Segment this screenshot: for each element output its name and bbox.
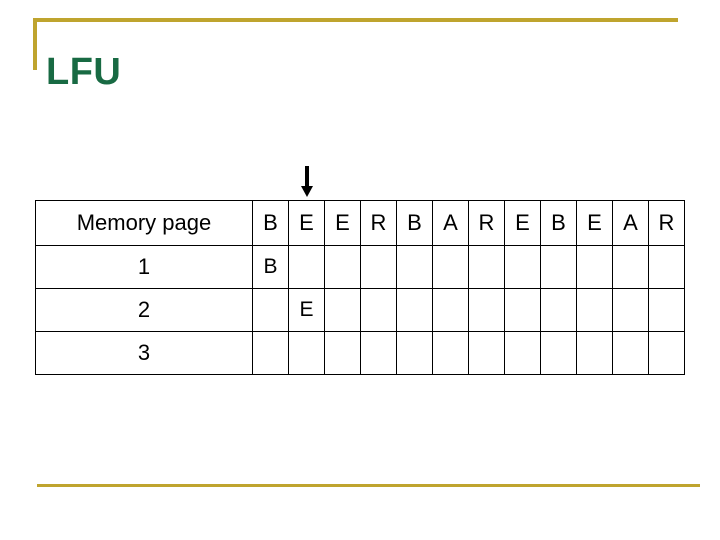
reference-cell-0: B — [252, 200, 289, 246]
frame-cell-2-3[interactable] — [360, 288, 397, 332]
frame-cell-3-9[interactable] — [576, 331, 613, 375]
frame-cell-1-10[interactable] — [612, 245, 649, 289]
table-row: 2 E — [35, 288, 685, 332]
frame-cell-3-10[interactable] — [612, 331, 649, 375]
frame-cell-1-0[interactable]: B — [252, 245, 289, 289]
frame-cell-1-3[interactable] — [360, 245, 397, 289]
table-row: 1 B — [35, 245, 685, 289]
reference-cell-7: E — [504, 200, 541, 246]
table-header-row: Memory page B E E R B A R E B E A R — [35, 200, 685, 246]
frame-cell-3-1[interactable] — [288, 331, 325, 375]
arrow-head — [301, 186, 313, 197]
frame-cell-2-7[interactable] — [504, 288, 541, 332]
frame-cell-1-6[interactable] — [468, 245, 505, 289]
reference-cell-9: E — [576, 200, 613, 246]
frame-cell-2-1[interactable]: E — [288, 288, 325, 332]
frame-cell-1-11[interactable] — [648, 245, 685, 289]
reference-cell-8: B — [540, 200, 577, 246]
frame-cell-3-3[interactable] — [360, 331, 397, 375]
frame-cell-2-8[interactable] — [540, 288, 577, 332]
row-label-2: 2 — [35, 288, 253, 332]
frame-cell-3-6[interactable] — [468, 331, 505, 375]
down-arrow-icon — [299, 166, 315, 198]
frame-cell-1-1[interactable] — [288, 245, 325, 289]
frame-cell-3-4[interactable] — [396, 331, 433, 375]
row-label-1: 1 — [35, 245, 253, 289]
frame-cell-2-5[interactable] — [432, 288, 469, 332]
frame-cell-2-2[interactable] — [324, 288, 361, 332]
frame-cell-3-8[interactable] — [540, 331, 577, 375]
reference-cell-5: A — [432, 200, 469, 246]
frame-cell-2-9[interactable] — [576, 288, 613, 332]
memory-page-table: Memory page B E E R B A R E B E A R 1 B — [35, 200, 685, 375]
frame-cell-3-0[interactable] — [252, 331, 289, 375]
frame-cell-2-6[interactable] — [468, 288, 505, 332]
frame-cell-1-4[interactable] — [396, 245, 433, 289]
frame-cell-3-11[interactable] — [648, 331, 685, 375]
table-row: 3 — [35, 331, 685, 375]
frame-cell-2-0[interactable] — [252, 288, 289, 332]
reference-cell-6: R — [468, 200, 505, 246]
title-rule-horizontal — [33, 18, 678, 22]
row-label-3: 3 — [35, 331, 253, 375]
reference-cell-2: E — [324, 200, 361, 246]
reference-cell-10: A — [612, 200, 649, 246]
frame-cell-1-9[interactable] — [576, 245, 613, 289]
frame-cell-2-4[interactable] — [396, 288, 433, 332]
arrow-shaft — [305, 166, 309, 188]
frame-cell-1-5[interactable] — [432, 245, 469, 289]
footer-rule — [37, 484, 700, 487]
frame-cell-3-7[interactable] — [504, 331, 541, 375]
frame-cell-3-5[interactable] — [432, 331, 469, 375]
frame-cell-2-11[interactable] — [648, 288, 685, 332]
reference-cell-1: E — [288, 200, 325, 246]
frame-cell-2-10[interactable] — [612, 288, 649, 332]
page-title: LFU — [46, 51, 122, 94]
reference-cell-4: B — [396, 200, 433, 246]
title-rule-vertical — [33, 18, 37, 70]
reference-cell-11: R — [648, 200, 685, 246]
frame-cell-1-8[interactable] — [540, 245, 577, 289]
memory-page-header: Memory page — [35, 200, 253, 246]
frame-cell-1-2[interactable] — [324, 245, 361, 289]
frame-cell-3-2[interactable] — [324, 331, 361, 375]
frame-cell-1-7[interactable] — [504, 245, 541, 289]
reference-cell-3: R — [360, 200, 397, 246]
